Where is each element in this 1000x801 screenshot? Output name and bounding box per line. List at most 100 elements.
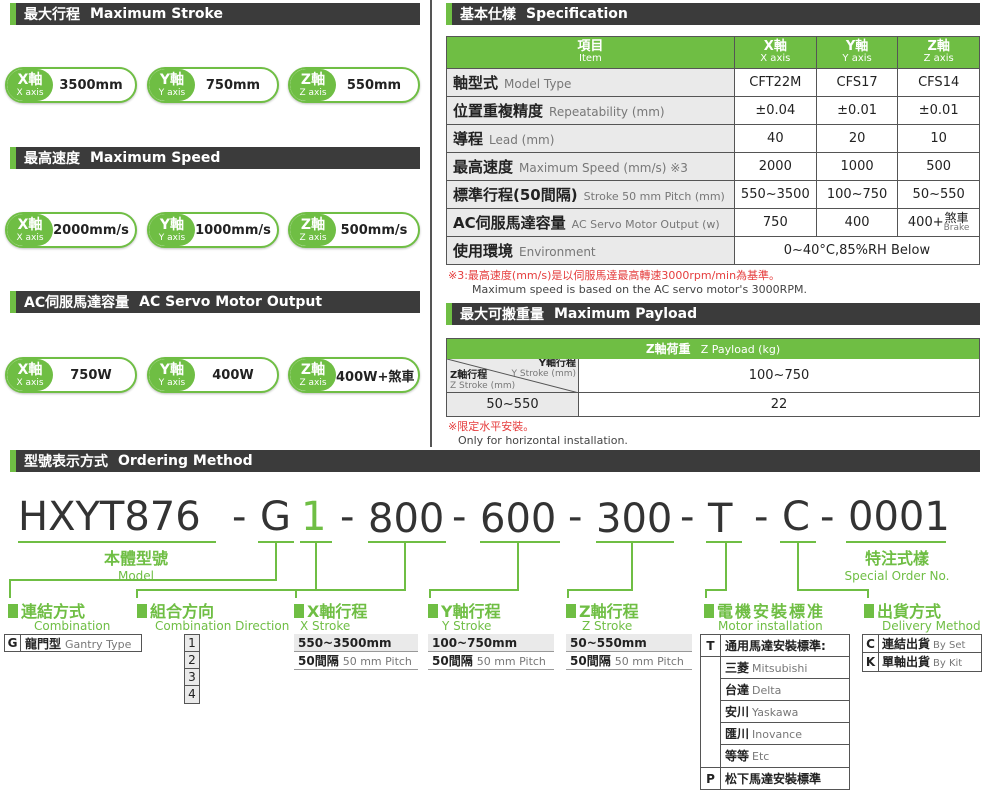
axis-zh: X軸 bbox=[17, 71, 43, 88]
y-range-cell: 100~750 bbox=[579, 359, 979, 393]
y-stroke-underline bbox=[480, 541, 560, 543]
ordering-header: 型號表示方式 Ordering Method bbox=[10, 450, 980, 472]
y-axis-header: Y軸 Y axis bbox=[815, 36, 899, 69]
y-stroke-pill: Y軸 Y axis 750mm bbox=[147, 67, 279, 103]
option-en: By Set bbox=[933, 640, 966, 651]
option-zh: 龍門型 bbox=[25, 636, 62, 651]
payload-diag-cell: Y軸行程 Y Stroke (mm) Z軸行程 Z Stroke (mm) bbox=[447, 359, 579, 393]
option-en: Gantry Type bbox=[65, 637, 132, 651]
diag-z-label: Z軸行程 Z Stroke (mm) bbox=[450, 371, 515, 392]
x-value: 750 bbox=[733, 208, 817, 237]
special-zh: 特注式樣 bbox=[864, 549, 929, 568]
y-value: 1000 bbox=[815, 152, 899, 181]
diag-y-zh: Y軸行程 bbox=[538, 359, 576, 369]
model-label: 本體型號 Model bbox=[88, 545, 184, 583]
row-label: AC伺服馬達容量 AC Servo Motor Output (w) bbox=[446, 208, 735, 237]
brand-en: Inovance bbox=[752, 728, 802, 741]
brand-en: Mitsubishi bbox=[752, 662, 808, 675]
z-value: 50~550 bbox=[897, 180, 980, 209]
axis-zh: Z軸 bbox=[300, 361, 326, 378]
header-accent bbox=[10, 450, 16, 472]
x-stroke-range: 550~3500mm bbox=[294, 634, 418, 652]
header-zh: 最高速度 bbox=[24, 151, 80, 167]
z-stroke-code: 300 bbox=[596, 496, 673, 542]
pill-value: 400W bbox=[212, 367, 254, 383]
motor-p-option: P 松下馬達安裝標準 bbox=[701, 767, 849, 789]
header-en: Specification bbox=[526, 6, 628, 22]
y-value: CFS17 bbox=[815, 68, 899, 97]
range-text: 100~750mm bbox=[432, 636, 518, 650]
x-axis-badge: X軸 X axis bbox=[7, 69, 53, 101]
brand-en: Delta bbox=[752, 684, 782, 697]
x-value: 550~3500 bbox=[733, 180, 817, 209]
table-row: AC伺服馬達容量 AC Servo Motor Output (w) 750 40… bbox=[446, 208, 980, 237]
option-zh: 連結出貨 bbox=[882, 637, 931, 651]
note-en: Maximum speed is based on the AC servo m… bbox=[472, 283, 807, 296]
y-axis-badge: Y軸 Y axis bbox=[149, 214, 195, 246]
y-motor-pill: Y軸 Y axis 400W bbox=[147, 357, 279, 393]
pitch-zh: 50間隔 bbox=[570, 654, 611, 668]
diag-y-en: Y Stroke (mm) bbox=[511, 369, 576, 379]
payload-value-cell: 22 bbox=[770, 397, 788, 412]
max-stroke-header: 最大行程 Maximum Stroke bbox=[10, 3, 420, 25]
pill-value: 500mm/s bbox=[340, 222, 408, 238]
separator: - bbox=[232, 494, 247, 540]
combination-code: G bbox=[260, 494, 291, 540]
brand-code-column bbox=[701, 657, 721, 767]
table-row: 使用環境 Environment 0~40°C,85%RH Below bbox=[446, 236, 981, 265]
axis-zh: Z軸 bbox=[300, 71, 326, 88]
motor-underline bbox=[706, 541, 742, 543]
z-value-text: 400+ bbox=[907, 215, 944, 230]
axis-en: Z axis bbox=[299, 232, 327, 243]
pitch-zh: 50間隔 bbox=[432, 654, 473, 668]
x-value: CFT22M bbox=[733, 68, 817, 97]
x-value: ±0.04 bbox=[733, 96, 817, 125]
axis-zh: Y軸 bbox=[159, 216, 185, 233]
title-marker bbox=[704, 604, 714, 618]
motor-install-subtitle: Motor installation bbox=[718, 619, 823, 633]
separator: - bbox=[820, 494, 835, 540]
header-accent bbox=[446, 3, 452, 25]
brand-zh: 安川 bbox=[725, 705, 750, 719]
option-code: G bbox=[5, 635, 21, 651]
direction-code-1: 1 bbox=[185, 635, 199, 652]
header-zh: AC伺服馬達容量 bbox=[24, 295, 130, 311]
item-header: 項目 Item bbox=[446, 36, 735, 69]
brand-zh: 匯川 bbox=[725, 727, 750, 741]
y-speed-pill: Y軸 Y axis 1000mm/s bbox=[147, 212, 279, 248]
z-axis-badge: Z軸 Z axis bbox=[290, 69, 336, 101]
table-row: 最高速度 Maximum Speed (mm/s) ※3 2000 1000 50… bbox=[446, 152, 980, 181]
pitch-zh: 50間隔 bbox=[298, 654, 339, 668]
special-underline bbox=[846, 541, 946, 543]
separator: - bbox=[452, 494, 467, 540]
title-marker bbox=[8, 604, 18, 618]
header-en: AC Servo Motor Output bbox=[139, 294, 323, 310]
table-row: 位置重複精度 Repeatability (mm) ±0.04 ±0.01 ±0.… bbox=[446, 96, 980, 125]
y-stroke-code: 600 bbox=[480, 496, 557, 542]
header-zh: 最大可搬重量 bbox=[460, 307, 544, 323]
delivery-options: C 連結出貨 By Set K 單軸出貨 By Kit bbox=[862, 634, 982, 672]
z-axis-header: Z軸 Z axis bbox=[897, 36, 980, 69]
table-row: 標準行程(50間隔) Stroke 50 mm Pitch (mm) 550~35… bbox=[446, 180, 980, 209]
title-marker bbox=[864, 604, 874, 618]
option-en: By Kit bbox=[933, 658, 963, 669]
row-label: 標準行程(50間隔) Stroke 50 mm Pitch (mm) bbox=[446, 180, 735, 209]
axis-zh: Y軸 bbox=[159, 361, 185, 378]
spec-table: 項目 Item X軸 X axis Y軸 Y axis Z軸 Z axis 軸型式 Mod… bbox=[446, 36, 981, 265]
header-accent bbox=[10, 291, 16, 313]
motor-output-header: AC伺服馬達容量 AC Servo Motor Output bbox=[10, 291, 420, 313]
z-value: ±0.01 bbox=[897, 96, 980, 125]
row-label: 使用環境 Environment bbox=[446, 236, 735, 265]
special-en: Special Order No. bbox=[844, 569, 950, 583]
y-axis-badge: Y軸 Y axis bbox=[149, 359, 195, 391]
x-stroke-code: 800 bbox=[368, 496, 445, 542]
payload-header: 最大可搬重量 Maximum Payload bbox=[446, 303, 980, 325]
y-stroke-pitch: 50間隔 50 mm Pitch bbox=[428, 652, 554, 670]
title-marker bbox=[137, 604, 147, 618]
z-value: 500 bbox=[897, 152, 980, 181]
brand-zh: 等等 bbox=[725, 749, 750, 763]
row-label: 導程 Lead (mm) bbox=[446, 124, 735, 153]
direction-subtitle: Combination Direction bbox=[155, 619, 290, 633]
axis-en: X axis bbox=[16, 377, 44, 388]
payload-table: Z軸荷重 Z Payload (kg) Y軸行程 Y Stroke (mm) Z軸… bbox=[446, 338, 980, 417]
